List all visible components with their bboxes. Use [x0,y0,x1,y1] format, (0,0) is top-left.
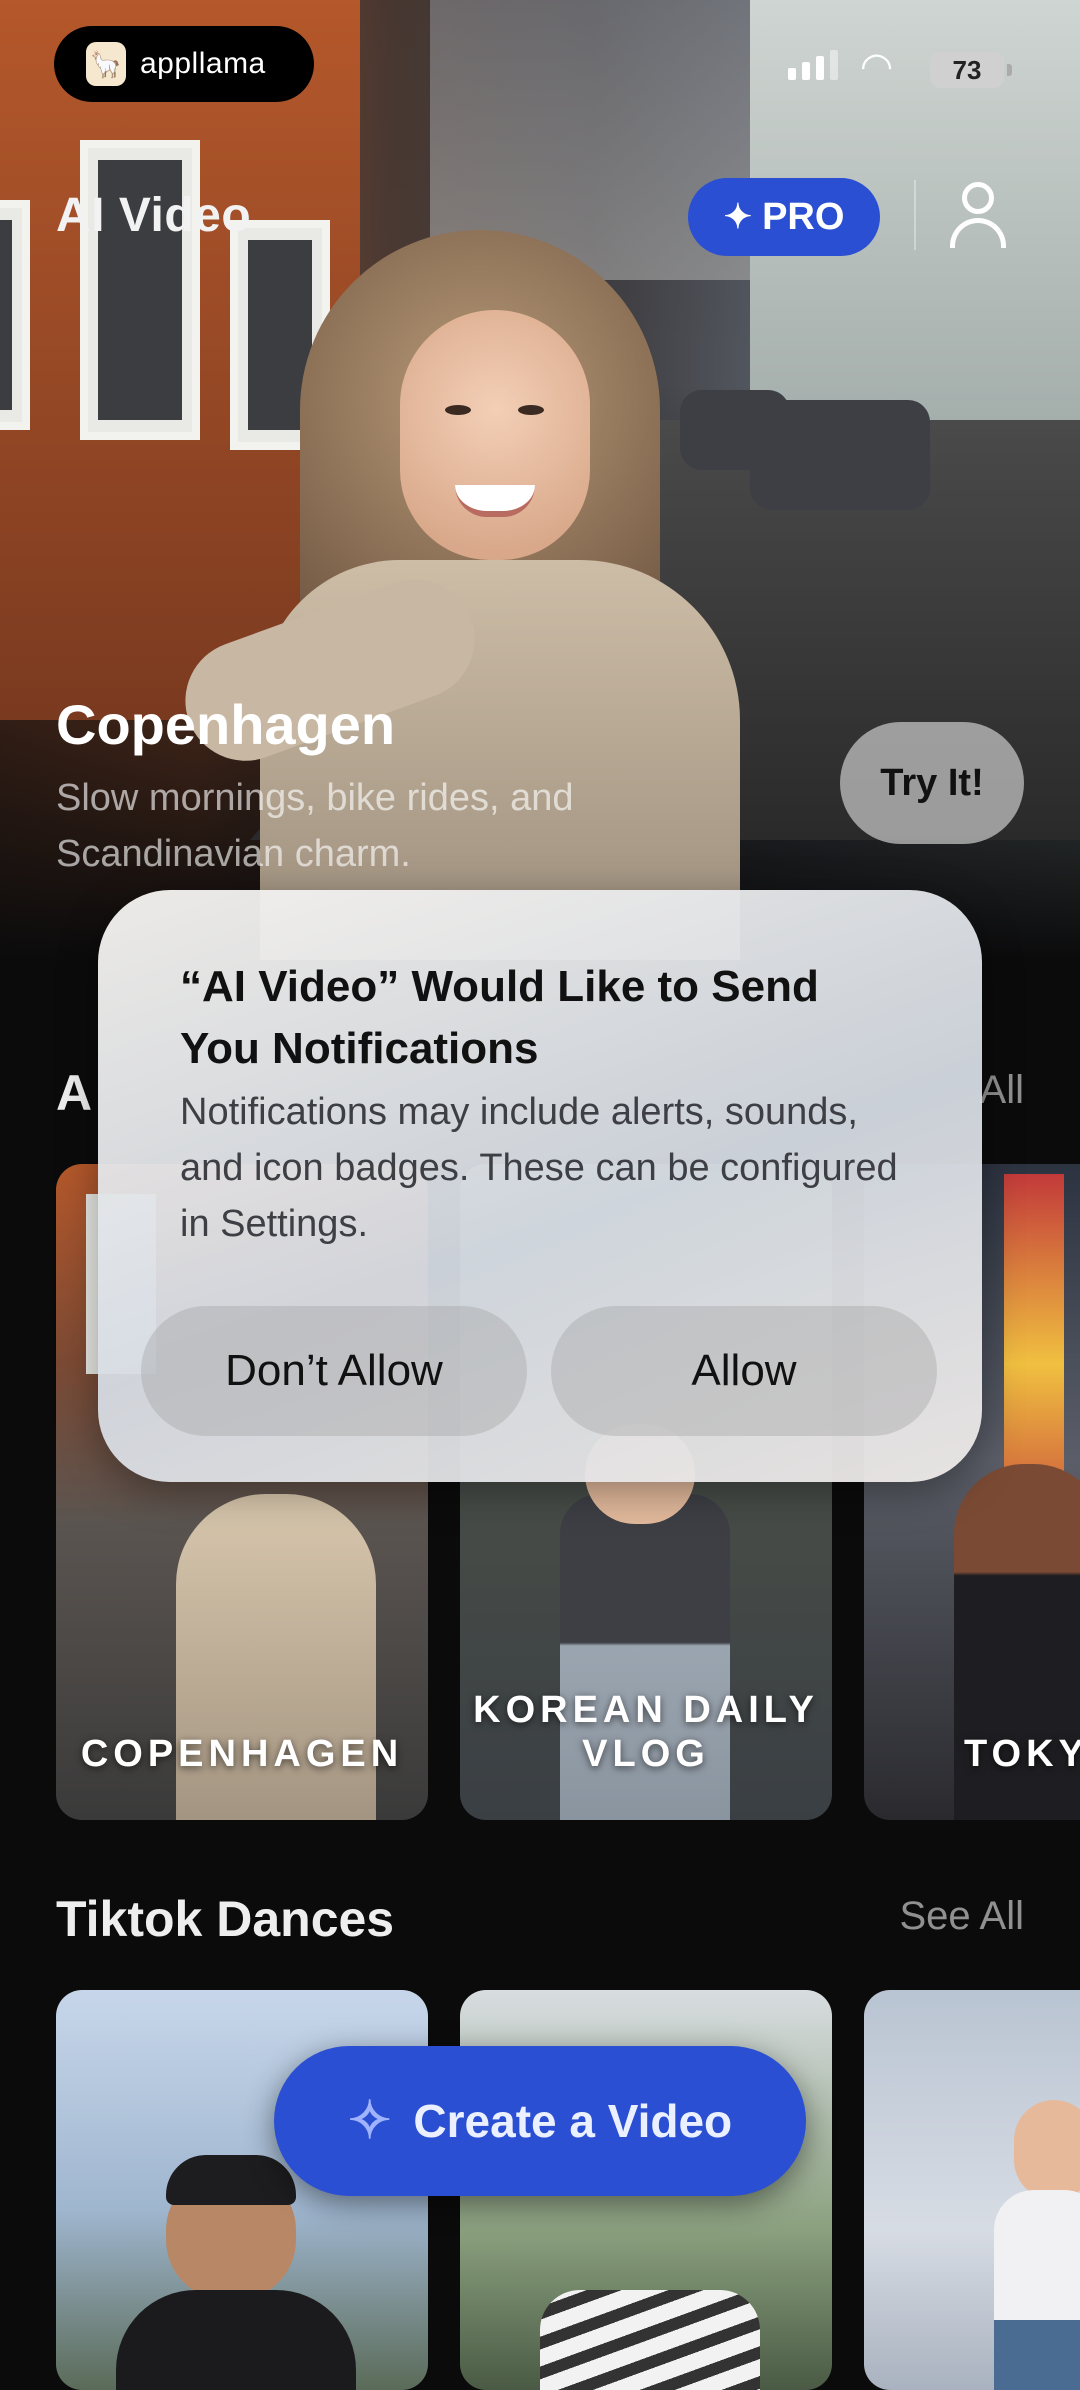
pro-button[interactable]: ✦ PRO [688,178,880,256]
wifi-icon: ◠ [860,46,894,88]
dont-allow-button[interactable]: Don’t Allow [141,1306,527,1436]
notification-permission-dialog: “AI Video” Would Like to Send You Notifi… [98,890,982,1482]
create-video-button[interactable]: ✧ Create a Video [274,2046,806,2196]
card-person-cap [166,2155,296,2205]
llama-icon: 🦙 [86,42,126,86]
dialog-body: Notifications may include alerts, sounds… [180,1091,898,1245]
card-label: KOREAN DAILY VLOG [473,1689,819,1775]
card-label: TOKY [964,1733,1080,1775]
card-person-body [116,2290,356,2390]
card-person-face [1014,2100,1080,2200]
pro-label: PRO [762,195,845,238]
hero-face [400,310,590,560]
dialog-title: “AI Video” Would Like to Send You Notifi… [180,962,819,1073]
create-video-label: Create a Video [413,2095,733,2147]
card-label: COPENHAGEN [80,1733,404,1775]
section-title: Tiktok Dances [56,1891,395,1947]
hero-title: Copenhagen [56,693,396,756]
header-divider [914,180,916,250]
see-all-link[interactable]: All [980,1068,1024,1113]
status-bar: 🦙 appllama ◠ 73 [0,0,1080,130]
brand-text: appllama [140,47,266,80]
hero-window [0,200,30,430]
app-title: AI Video [56,189,252,242]
sparkles-icon: ✧ [347,2092,392,2150]
sparkle-icon: ✦ [723,198,753,236]
hero-eye [518,405,544,415]
card-person-body [994,2190,1080,2320]
hero-mouth [455,485,535,517]
see-all-link[interactable]: See All [899,1894,1024,1939]
hero-window [80,140,200,440]
brand-pill: 🦙 appllama [54,26,314,102]
card-person-body [540,2290,760,2390]
cellular-signal-icon [788,50,838,80]
hero-subtitle: Slow mornings, bike rides, and Scandinav… [56,777,574,875]
dance-card[interactable] [864,1990,1080,2390]
hero-eye [445,405,471,415]
allow-button[interactable]: Allow [551,1306,937,1436]
battery-icon: 73 [930,52,1012,88]
profile-icon[interactable] [948,182,1010,250]
try-it-button[interactable]: Try It! [840,722,1024,844]
section-title: A [56,1065,93,1121]
card-person-legs [994,2320,1080,2390]
